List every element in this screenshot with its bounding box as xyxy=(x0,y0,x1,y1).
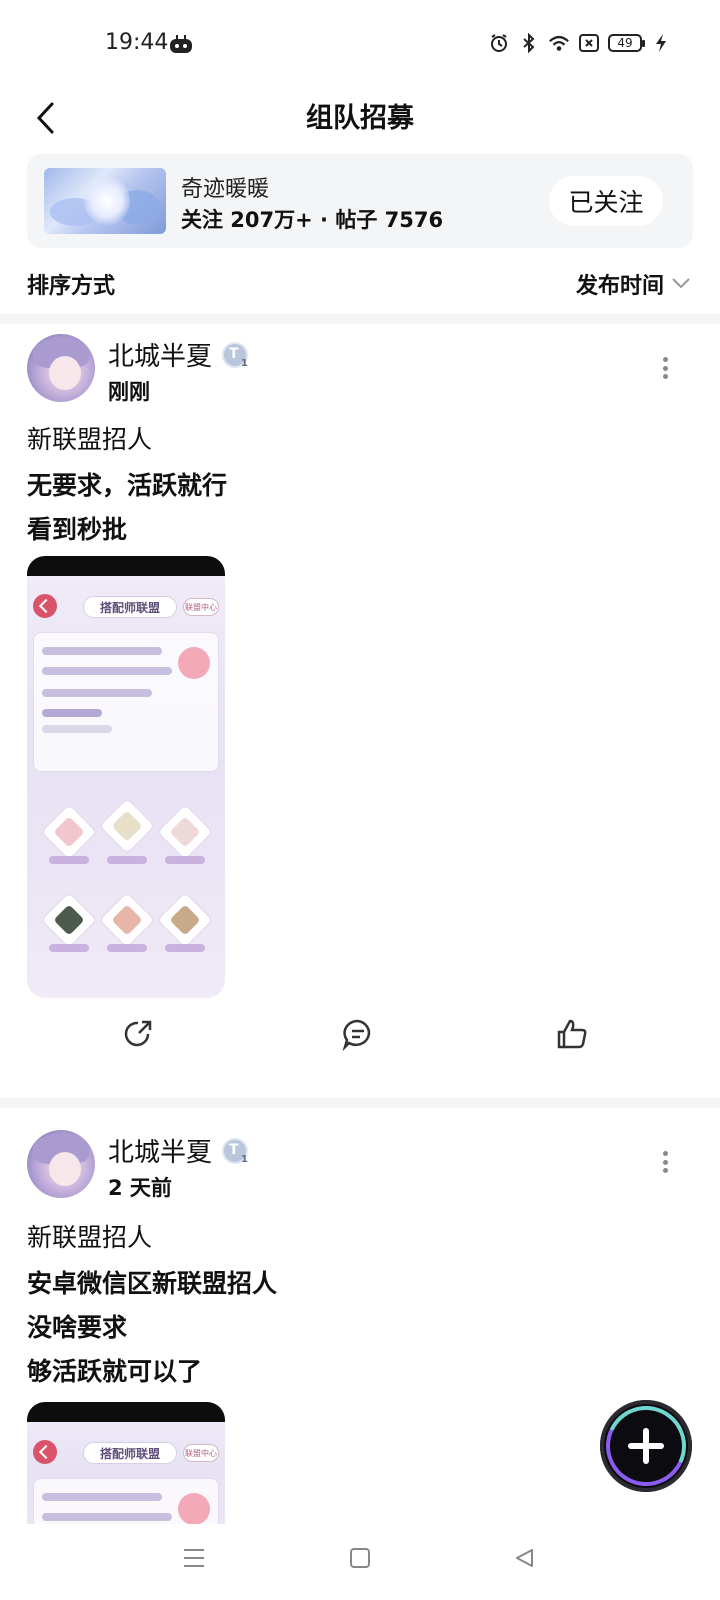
more-options-icon[interactable] xyxy=(656,1148,674,1176)
chevron-down-icon[interactable] xyxy=(670,272,692,294)
menu-icon[interactable] xyxy=(174,1538,214,1578)
like-icon[interactable] xyxy=(552,1014,592,1054)
comment-icon[interactable] xyxy=(338,1014,378,1054)
post-text-line: 无要求，活跃就行 xyxy=(27,471,228,500)
app-icon xyxy=(168,33,194,55)
post-title: 新联盟招人 xyxy=(27,1223,153,1252)
status-bar: 19:44 49 xyxy=(0,0,720,90)
battery-icon: 49 xyxy=(608,34,645,52)
bluetooth-icon xyxy=(518,32,540,54)
post-image[interactable]: 搭配师联盟 联盟中心 xyxy=(27,1402,225,1524)
author-name[interactable]: 北城半夏 xyxy=(108,1132,212,1169)
back-triangle-icon[interactable] xyxy=(504,1538,544,1578)
wifi-icon xyxy=(548,32,570,54)
app-header: 组队招募 xyxy=(0,90,720,150)
sort-dropdown[interactable]: 发布时间 xyxy=(576,268,664,300)
forum-thumbnail[interactable] xyxy=(44,168,166,234)
post-title: 新联盟招人 xyxy=(27,425,153,454)
divider xyxy=(0,314,720,324)
post-time: 刚刚 xyxy=(108,380,150,404)
image-title: 搭配师联盟 xyxy=(83,596,177,618)
sort-row: 排序方式 发布时间 xyxy=(0,262,720,312)
forum-stats: 关注 207万+ · 帖子 7576 xyxy=(181,208,444,232)
forum-name: 奇迹暖暖 xyxy=(181,177,270,202)
image-title: 搭配师联盟 xyxy=(83,1442,177,1464)
image-tag: 联盟中心 xyxy=(183,1444,219,1462)
home-square-icon[interactable] xyxy=(340,1538,380,1578)
forum-card[interactable]: 奇迹暖暖 关注 207万+ · 帖子 7576 已关注 xyxy=(27,154,693,248)
post-time: 2 天前 xyxy=(108,1176,172,1200)
post-action-bar xyxy=(0,1006,720,1066)
create-post-button[interactable] xyxy=(594,1394,698,1498)
post-text-line: 安卓微信区新联盟招人 xyxy=(27,1269,278,1298)
charging-icon xyxy=(650,32,672,54)
avatar[interactable] xyxy=(27,334,95,402)
image-tag: 联盟中心 xyxy=(183,598,219,616)
post-card[interactable]: 北城半夏 T1 刚刚 新联盟招人 无要求，活跃就行 看到秒批 搭配师联盟 联盟中… xyxy=(0,324,720,1094)
more-options-icon[interactable] xyxy=(656,354,674,382)
sort-label: 排序方式 xyxy=(27,274,116,299)
no-sim-icon xyxy=(578,32,600,54)
page-title: 组队招募 xyxy=(306,103,414,134)
author-name[interactable]: 北城半夏 xyxy=(108,336,212,373)
post-text-line: 没啥要求 xyxy=(27,1313,128,1342)
post-image[interactable]: 搭配师联盟 联盟中心 xyxy=(27,556,225,998)
system-nav-bar xyxy=(0,1524,720,1600)
avatar[interactable] xyxy=(27,1130,95,1198)
alarm-icon xyxy=(488,32,510,54)
status-time: 19:44 xyxy=(105,30,169,55)
divider xyxy=(0,1098,720,1108)
share-icon[interactable] xyxy=(118,1014,158,1054)
level-badge-icon: T1 xyxy=(222,1138,248,1165)
post-text-line: 够活跃就可以了 xyxy=(27,1357,203,1386)
level-badge-icon: T1 xyxy=(222,342,248,369)
post-text-line: 看到秒批 xyxy=(27,515,128,544)
follow-button[interactable]: 已关注 xyxy=(549,176,663,226)
